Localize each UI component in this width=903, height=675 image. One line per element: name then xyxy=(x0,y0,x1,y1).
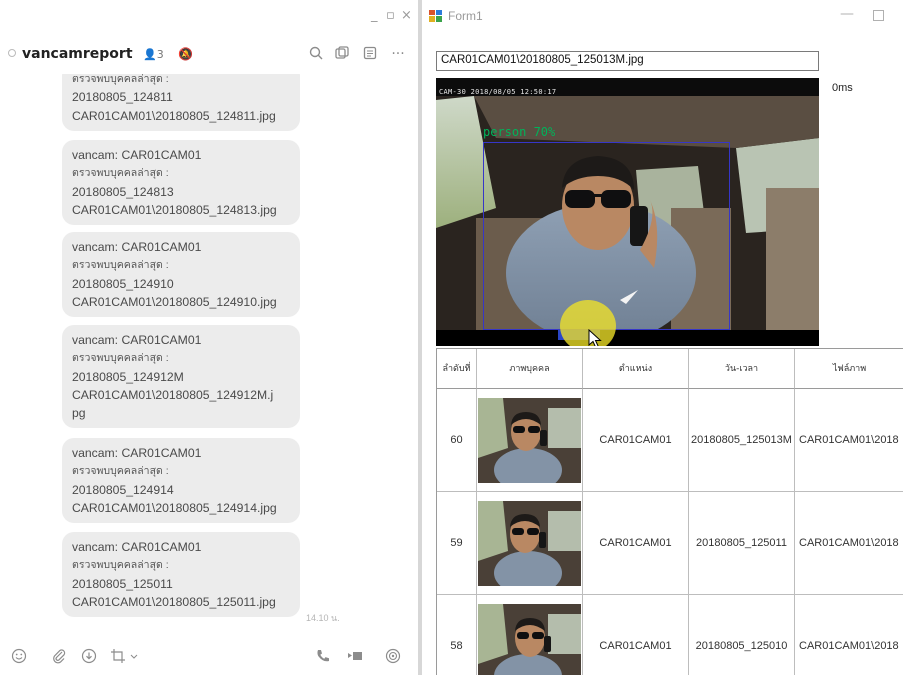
minimize-button[interactable]: — xyxy=(840,6,854,22)
message-list[interactable]: ตรวจพบบุคคลล่าสุด : 20180805_124811 CAR0… xyxy=(0,74,418,630)
person-thumbnail xyxy=(478,501,581,586)
message-line: CAR01CAM01\20180805_124914.jpg xyxy=(72,500,277,515)
member-icon: 👤 xyxy=(143,48,157,61)
message-line: CAR01CAM01\20180805_124912M.j xyxy=(72,387,274,402)
detections-grid[interactable]: ลำดับที่ ภาพบุคคล ตำแหน่ง วัน-เวลา ไฟล์ภ… xyxy=(436,348,903,675)
close-button[interactable]: × xyxy=(401,8,412,24)
emoji-icon[interactable] xyxy=(10,648,28,666)
message-line: 20180805_124912M xyxy=(72,369,184,384)
video-call-icon[interactable] xyxy=(346,648,364,666)
row-file: CAR01CAM01\2018 xyxy=(795,389,903,492)
chat-input-toolbar xyxy=(0,638,418,675)
message-line: CAR01CAM01\20180805_125011.jpg xyxy=(72,594,276,609)
row-datetime: 20180805_125011 xyxy=(689,492,795,595)
chat-name[interactable]: vancamreport xyxy=(22,46,133,62)
row-index: 59 xyxy=(437,492,477,595)
message-line: 20180805_124910 xyxy=(72,276,174,291)
message-line: ตรวจพบบุคคลล่าสุด : xyxy=(72,465,169,478)
row-file: CAR01CAM01\2018 xyxy=(795,492,903,595)
message-line: ตรวจพบบุคคลล่าสุด : xyxy=(72,74,169,85)
message-line: ตรวจพบบุคคลล่าสุด : xyxy=(72,352,169,365)
camera-timestamp-overlay: CAM-30 2018/08/05 12:50:17 xyxy=(439,88,557,96)
column-header-file[interactable]: ไฟล์ภาพ xyxy=(795,349,903,389)
camera-image-viewer[interactable]: CAM-30 2018/08/05 12:50:17 person 70% xyxy=(436,78,819,346)
message-line: CAR01CAM01\20180805_124813.jpg xyxy=(72,202,277,217)
table-row[interactable]: 58 CAR01CAM01 20180805_125010 CAR01CAM01… xyxy=(437,595,903,675)
row-index: 58 xyxy=(437,595,477,675)
message-line: 20180805_125011 xyxy=(72,576,173,591)
message-line: CAR01CAM01\20180805_124910.jpg xyxy=(72,294,277,309)
album-icon[interactable] xyxy=(334,46,350,62)
row-location: CAR01CAM01 xyxy=(583,492,689,595)
message-line: CAR01CAM01\20180805_124811.jpg xyxy=(72,108,276,123)
message-line: ตรวจพบบุคคลล่าสุด : xyxy=(72,167,169,180)
live-icon[interactable] xyxy=(384,648,402,666)
row-datetime: 20180805_125010 xyxy=(689,595,795,675)
window-title: Form1 xyxy=(448,9,483,23)
message-bubble[interactable]: ตรวจพบบุคคลล่าสุด : 20180805_124811 CAR0… xyxy=(62,74,300,131)
message-line: vancam: CAR01CAM01 xyxy=(72,540,202,554)
search-icon[interactable] xyxy=(308,46,324,62)
column-header-photo[interactable]: ภาพบุคคล xyxy=(477,349,583,389)
person-thumbnail xyxy=(478,398,581,483)
viewer-bottom-bar xyxy=(436,330,819,346)
attach-icon[interactable] xyxy=(50,648,68,666)
mouse-cursor-icon xyxy=(588,329,602,346)
message-bubble[interactable]: vancam: CAR01CAM01 ตรวจพบบุคคลล่าสุด : 2… xyxy=(62,532,300,618)
column-header-datetime[interactable]: วัน-เวลา xyxy=(689,349,795,389)
message-line: vancam: CAR01CAM01 xyxy=(72,333,202,347)
download-icon[interactable] xyxy=(80,648,98,666)
message-line: vancam: CAR01CAM01 xyxy=(72,446,202,460)
message-bubble[interactable]: vancam: CAR01CAM01 ตรวจพบบุคคลล่าสุด : 2… xyxy=(62,438,300,524)
column-header-index[interactable]: ลำดับที่ xyxy=(437,349,477,389)
row-location: CAR01CAM01 xyxy=(583,389,689,492)
maximize-button[interactable] xyxy=(873,10,884,21)
message-bubble[interactable]: vancam: CAR01CAM01 ตรวจพบบุคคลล่าสุด : 2… xyxy=(62,232,300,318)
minimize-button[interactable]: _ xyxy=(371,8,378,24)
message-line: vancam: CAR01CAM01 xyxy=(72,148,202,162)
phone-icon[interactable] xyxy=(314,648,332,666)
app-icon xyxy=(429,10,442,22)
message-line: ตรวจพบบุคคลล่าสุด : xyxy=(72,559,169,572)
message-line: 20180805_124914 xyxy=(72,482,174,497)
file-path-textbox[interactable]: CAR01CAM01\20180805_125013M.jpg xyxy=(436,51,819,71)
table-row[interactable]: 59 CAR01CAM01 20180805_125011 CAR01CAM01… xyxy=(437,492,903,595)
form1-window: Form1 — CAR01CAM01\20180805_125013M.jpg … xyxy=(422,0,903,675)
message-bubble[interactable]: vancam: CAR01CAM01 ตรวจพบบุคคลล่าสุด : 2… xyxy=(62,325,300,429)
detection-label: person 70% xyxy=(483,125,556,139)
form-titlebar: Form1 — xyxy=(422,0,903,34)
mute-icon[interactable]: 🔕 xyxy=(178,47,193,61)
message-line: 20180805_124811 xyxy=(72,90,173,105)
member-count[interactable]: 👤3 xyxy=(143,48,164,61)
table-row[interactable]: 60 CAR01CAM01 20180805_125013M CAR01CAM0… xyxy=(437,389,903,492)
row-file: CAR01CAM01\2018 xyxy=(795,595,903,675)
chat-header: vancamreport 👤3 🔕 ··· xyxy=(0,38,418,74)
detection-bounding-box xyxy=(483,142,730,330)
message-line: pg xyxy=(72,406,86,421)
chat-titlebar: _ ▫ × xyxy=(0,0,418,34)
chat-status-icon xyxy=(8,49,16,57)
member-count-value: 3 xyxy=(156,48,164,61)
more-options-icon[interactable]: ··· xyxy=(390,46,406,62)
processing-time-label: 0ms xyxy=(832,82,853,94)
person-thumbnail xyxy=(478,604,581,675)
notes-icon[interactable] xyxy=(362,46,378,62)
maximize-button[interactable]: ▫ xyxy=(386,8,395,24)
message-line: vancam: CAR01CAM01 xyxy=(72,240,202,254)
message-timestamp: 14.10 น. xyxy=(306,613,340,623)
message-line: ตรวจพบบุคคลล่าสุด : xyxy=(72,259,169,272)
column-header-location[interactable]: ตำแหน่ง xyxy=(583,349,689,389)
screenshot-crop-icon[interactable] xyxy=(108,648,142,666)
message-line: 20180805_124813 xyxy=(72,184,174,199)
row-index: 60 xyxy=(437,389,477,492)
row-datetime: 20180805_125013M xyxy=(689,389,795,492)
message-bubble[interactable]: vancam: CAR01CAM01 ตรวจพบบุคคลล่าสุด : 2… xyxy=(62,140,300,226)
row-location: CAR01CAM01 xyxy=(583,595,689,675)
chat-window: _ ▫ × vancamreport 👤3 🔕 ··· ตรวจพบบุคคลล… xyxy=(0,0,418,675)
